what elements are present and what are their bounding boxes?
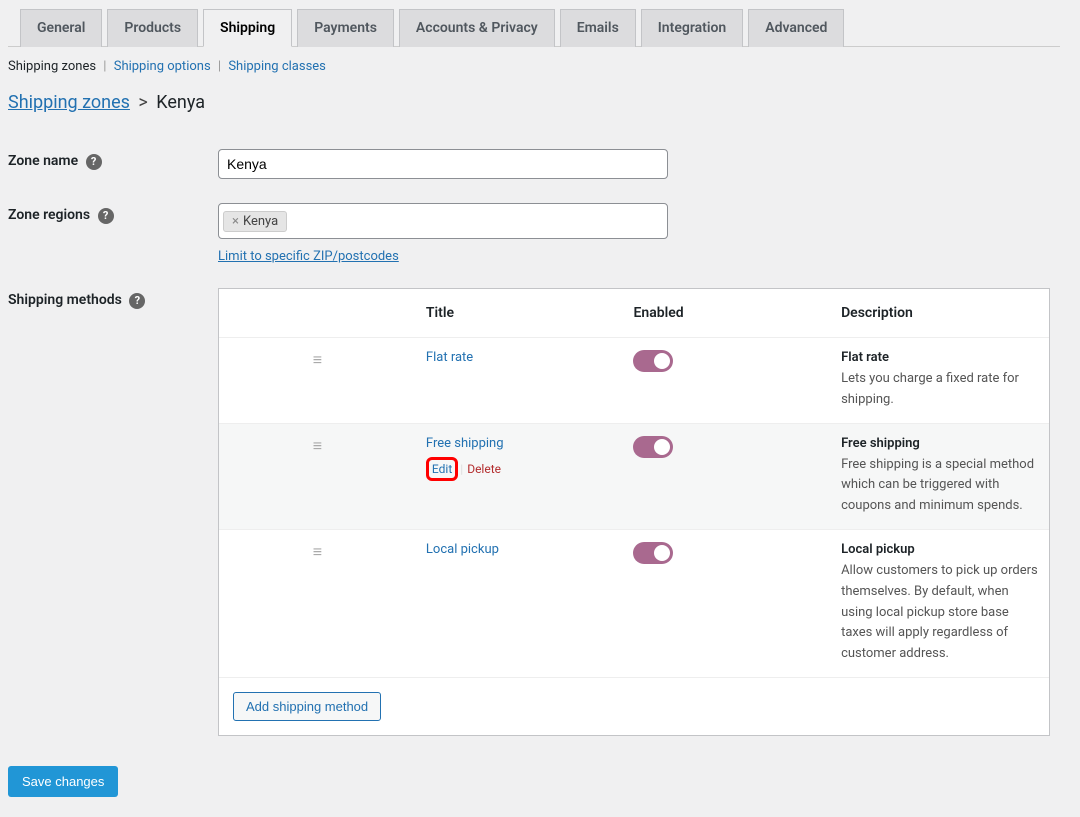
region-tag[interactable]: ×Kenya — [223, 211, 287, 232]
add-shipping-method-button[interactable]: Add shipping method — [233, 692, 381, 721]
drag-handle-icon[interactable]: ≡ — [313, 436, 322, 455]
save-changes-button[interactable]: Save changes — [8, 766, 118, 797]
zone-regions-label: Zone regions — [8, 207, 90, 223]
shipping-methods-label: Shipping methods — [8, 292, 122, 308]
tab-payments[interactable]: Payments — [297, 9, 394, 47]
delete-link[interactable]: Delete — [467, 462, 501, 476]
enabled-toggle[interactable] — [633, 350, 673, 372]
zone-regions-input[interactable]: ×Kenya — [218, 203, 668, 239]
breadcrumb: Shipping zones > Kenya — [8, 92, 1060, 113]
shipping-methods-table: Title Enabled Description ≡ Flat rate — [218, 288, 1050, 736]
method-desc-title: Flat rate — [841, 350, 1039, 365]
enabled-toggle[interactable] — [633, 436, 673, 458]
method-desc-title: Local pickup — [841, 542, 1039, 557]
zone-name-input[interactable] — [218, 149, 668, 179]
drag-handle-icon[interactable]: ≡ — [313, 350, 322, 369]
col-enabled: Enabled — [633, 289, 841, 338]
limit-zip-link[interactable]: Limit to specific ZIP/postcodes — [218, 249, 399, 264]
subnav-zones[interactable]: Shipping zones — [8, 59, 96, 74]
tab-general[interactable]: General — [20, 9, 102, 47]
enabled-toggle[interactable] — [633, 542, 673, 564]
tab-integration[interactable]: Integration — [641, 9, 743, 47]
settings-tabs: General Products Shipping Payments Accou… — [8, 8, 1060, 47]
breadcrumb-current: Kenya — [156, 92, 205, 113]
help-icon[interactable]: ? — [86, 154, 102, 170]
remove-tag-icon[interactable]: × — [232, 214, 239, 229]
table-row: ≡ Flat rate Flat rate Lets you charge a … — [219, 338, 1049, 424]
shipping-subnav: Shipping zones | Shipping options | Ship… — [8, 59, 1060, 74]
row-actions: Edit|Delete — [426, 457, 624, 481]
method-desc-text: Lets you charge a fixed rate for shippin… — [841, 369, 1039, 411]
col-title: Title — [426, 289, 634, 338]
subnav-classes[interactable]: Shipping classes — [228, 59, 326, 74]
help-icon[interactable]: ? — [98, 208, 114, 224]
tab-shipping[interactable]: Shipping — [203, 9, 292, 47]
col-description: Description — [841, 289, 1049, 338]
table-row: ≡ Local pickup Local pickup Allow custom… — [219, 529, 1049, 677]
subnav-options[interactable]: Shipping options — [114, 59, 211, 74]
method-title-link[interactable]: Free shipping — [426, 436, 504, 451]
tab-advanced[interactable]: Advanced — [748, 9, 844, 47]
drag-handle-icon[interactable]: ≡ — [313, 542, 322, 561]
edit-highlight: Edit — [426, 457, 458, 481]
tab-emails[interactable]: Emails — [560, 9, 636, 47]
table-row: ≡ Free shipping Edit|Delete Free shipp — [219, 423, 1049, 529]
tab-products[interactable]: Products — [107, 9, 198, 47]
zone-name-label: Zone name — [8, 153, 78, 169]
edit-link[interactable]: Edit — [432, 462, 452, 476]
tab-accounts-privacy[interactable]: Accounts & Privacy — [399, 9, 555, 47]
breadcrumb-root[interactable]: Shipping zones — [8, 92, 130, 113]
help-icon[interactable]: ? — [129, 293, 145, 309]
method-desc-text: Allow customers to pick up orders themse… — [841, 561, 1039, 665]
method-title-link[interactable]: Flat rate — [426, 350, 473, 365]
method-desc-text: Free shipping is a special method which … — [841, 455, 1039, 517]
method-desc-title: Free shipping — [841, 436, 1039, 451]
method-title-link[interactable]: Local pickup — [426, 542, 499, 557]
